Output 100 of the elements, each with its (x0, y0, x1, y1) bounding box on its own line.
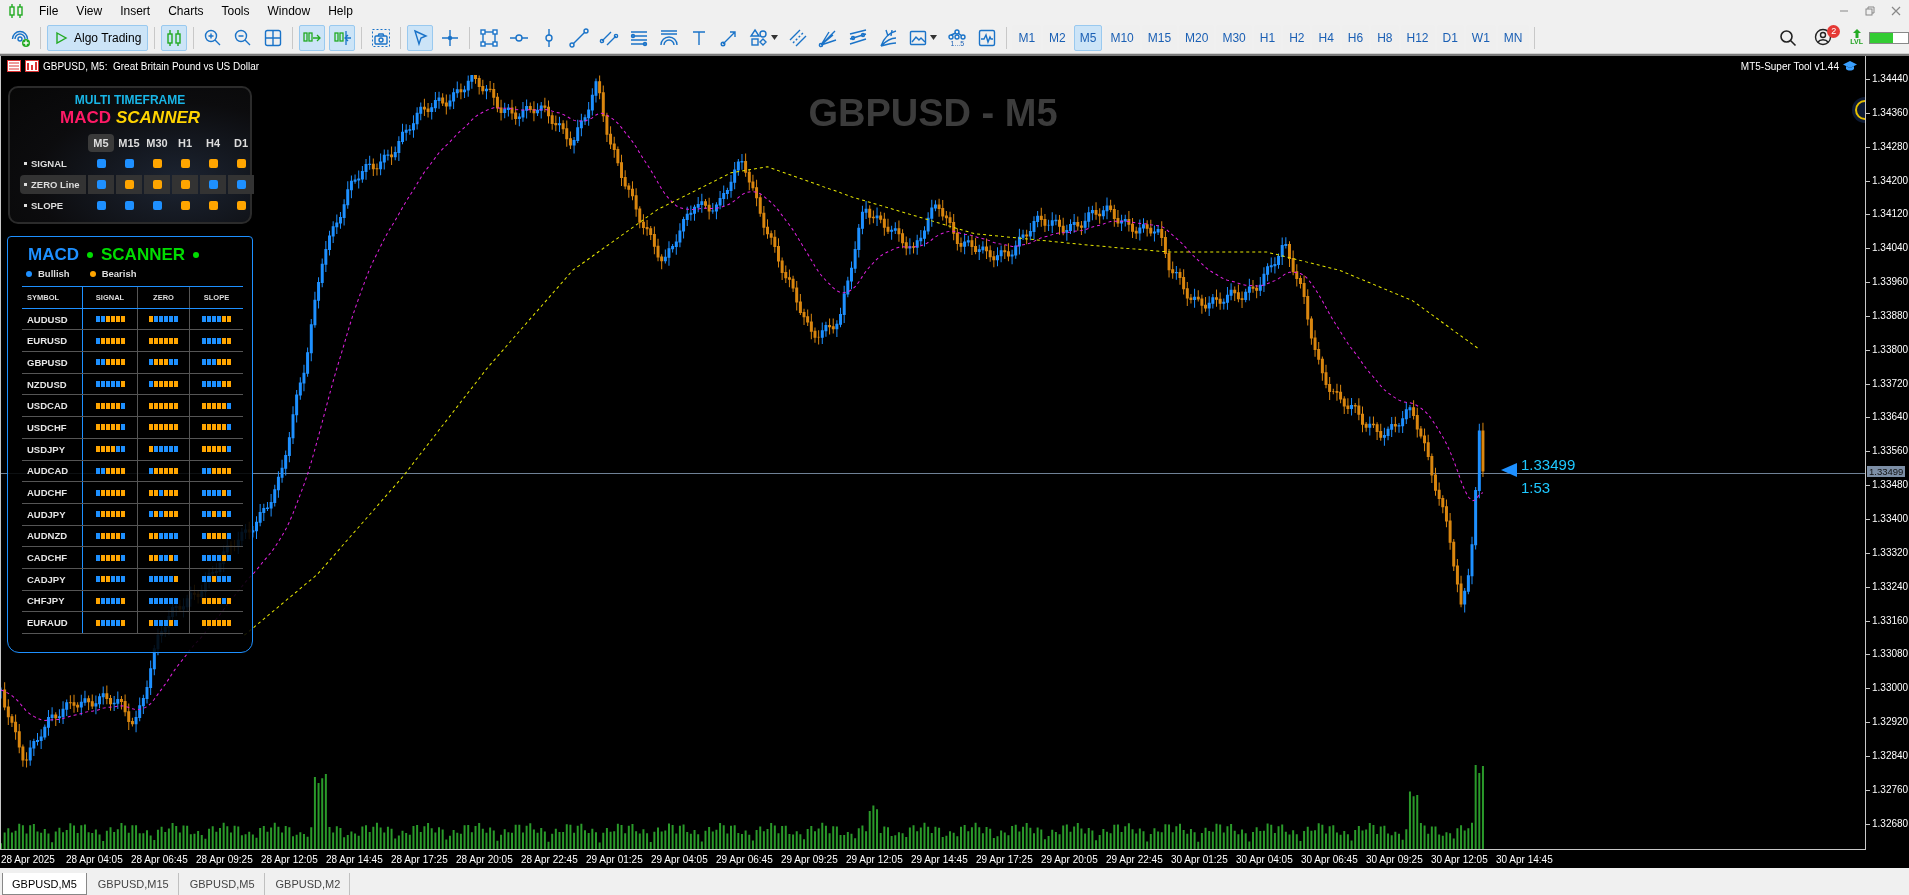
candlestick-button[interactable] (161, 24, 188, 51)
axis-label: 1.33640 (1872, 410, 1909, 425)
waves-icon (948, 27, 967, 40)
axis-label: 1.33160 (1872, 613, 1909, 628)
parallel-lines-icon (788, 27, 809, 48)
chart-tab[interactable]: GBPUSD,M15 (88, 873, 179, 895)
dot-icon (193, 252, 200, 258)
camera-icon (371, 27, 392, 48)
chart-tab[interactable]: GBPUSD,M5 (180, 873, 265, 895)
cursor-button[interactable] (407, 24, 434, 51)
chart-shift-button[interactable] (329, 24, 356, 51)
caret-icon[interactable] (930, 35, 938, 40)
list-icon[interactable] (7, 60, 21, 72)
graduation-cap-icon (1843, 60, 1857, 72)
symbol-label: AUDNZD (27, 530, 68, 542)
shapes-icon (749, 27, 770, 48)
trend-line-icon (569, 27, 590, 48)
axis-label: 1.33400 (1872, 511, 1909, 526)
menu-item[interactable]: View (67, 2, 112, 20)
panel-title: SCANNER (115, 108, 201, 128)
chart-tab[interactable]: GBPUSD,M5 (2, 873, 87, 895)
axis-label: 28 Apr 17:25 (390, 853, 449, 865)
menu-item[interactable]: File (30, 2, 68, 20)
row-label[interactable]: ZERO Line (20, 175, 86, 194)
axis-label: 29 Apr 01:25 (585, 853, 644, 865)
timeframe-label[interactable]: M30 (144, 134, 170, 152)
symbol-label: USDCAD (27, 400, 68, 412)
axis-label: 29 Apr 04:05 (650, 853, 709, 865)
panel-title: MULTI TIMEFRAME (73, 93, 187, 107)
timeframe-label[interactable]: M15 (116, 134, 142, 152)
play-icon (54, 30, 68, 45)
rectangle-icon (479, 27, 500, 48)
timeframe-label[interactable]: D1 (228, 134, 254, 152)
notification-badge: 2 (1827, 24, 1841, 38)
menu-item[interactable]: Charts (159, 2, 213, 20)
symbol-label: USDJPY (27, 443, 65, 455)
panel-title: SCANNER (101, 245, 186, 265)
axis-label: 28 Apr 2025 (0, 853, 56, 865)
axis-label: 29 Apr 09:25 (780, 853, 839, 865)
axis-label: 30 Apr 12:05 (1430, 853, 1489, 865)
level-meter (1869, 31, 1909, 44)
arcs-icon (659, 27, 680, 48)
row-label[interactable]: SLOPE (20, 196, 86, 215)
menu-item[interactable]: Window (258, 2, 320, 20)
axis-label: 1.34440 (1872, 72, 1909, 86)
axis-label: 1.33080 (1872, 647, 1909, 662)
axis-label: 28 Apr 20:05 (455, 853, 514, 865)
axis-label: 1.32760 (1872, 782, 1909, 797)
axis-label: 30 Apr 09:25 (1365, 853, 1424, 865)
close-icon[interactable] (1889, 4, 1903, 18)
symbol-label: AUDJPY (27, 508, 66, 520)
symbol-label: CHFJPY (27, 595, 65, 607)
countdown-label: 1:53 (1521, 479, 1551, 496)
caret-icon[interactable] (771, 35, 779, 40)
menu-item[interactable]: Help (319, 2, 362, 20)
axis-label: 1.32840 (1872, 748, 1909, 763)
menu-item[interactable]: Insert (111, 2, 160, 20)
axis-label: 29 Apr 22:45 (1105, 853, 1164, 865)
axis-label: 1.34040 (1872, 241, 1909, 256)
axis-label: 29 Apr 20:05 (1040, 853, 1099, 865)
symbol-label: CADJPY (27, 573, 66, 585)
axis-label: 1.33480 (1872, 478, 1909, 493)
symbol-label: EURUSD (27, 335, 68, 347)
symbol-label: GBPUSD (27, 356, 68, 368)
axis-label: 1.34120 (1872, 207, 1909, 222)
timeframe-label[interactable]: H4 (200, 134, 226, 152)
restore-icon[interactable] (1863, 4, 1877, 18)
axis-label: 1.33800 (1872, 342, 1909, 357)
search-icon[interactable] (1778, 27, 1799, 48)
timeframe-tab[interactable]: M5 (1073, 24, 1103, 51)
algo-trading-button[interactable]: Algo Trading (47, 24, 149, 51)
scroll-chart-button[interactable] (299, 24, 326, 51)
legend-label: Bullish (38, 268, 70, 279)
price-label: 1.33499 (1521, 456, 1576, 473)
chart-tab[interactable]: GBPUSD,M2 (266, 873, 351, 895)
axis-label: 29 Apr 17:25 (975, 853, 1034, 865)
axis-label: 1.33000 (1872, 681, 1909, 696)
axis-label: 29 Apr 06:45 (715, 853, 774, 865)
timeframe-label[interactable]: H1 (172, 134, 198, 152)
menu-item[interactable]: Tools (212, 2, 259, 20)
axis-label: 30 Apr 04:05 (1235, 853, 1294, 865)
symbol-label: EURAUD (27, 617, 68, 629)
axis-label: 28 Apr 22:45 (520, 853, 579, 865)
axis-label: 1.33240 (1872, 579, 1909, 594)
account-icon[interactable] (1814, 27, 1833, 46)
indicator-window-icon (977, 27, 998, 48)
axis-label: 1.33880 (1872, 308, 1909, 323)
axis-label: 1.33320 (1872, 545, 1909, 560)
timeframe-label[interactable]: M5 (88, 134, 114, 152)
axis-label: 1.34200 (1872, 173, 1909, 188)
fan-icon (878, 27, 899, 48)
symbol-label: NZDUSD (27, 378, 67, 390)
symbol-label: AUDUSD (27, 313, 68, 325)
lines-icon (848, 27, 869, 48)
symbol-label: USDCHF (27, 421, 67, 433)
left-arrow-icon (1501, 463, 1517, 477)
legend-label: Bearish (101, 268, 137, 279)
chart-icon[interactable] (25, 60, 39, 72)
axis-label: 28 Apr 09:25 (195, 853, 254, 865)
row-label[interactable]: SIGNAL (20, 154, 86, 173)
